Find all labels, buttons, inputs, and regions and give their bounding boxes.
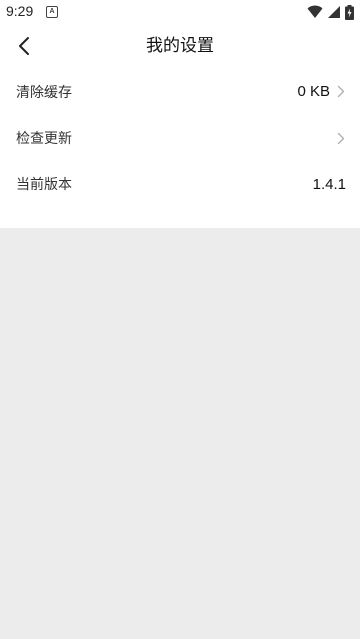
- wifi-icon: [307, 5, 323, 18]
- version-value: 1.4.1: [312, 175, 346, 193]
- page-title: 我的设置: [146, 36, 214, 56]
- a-letter-icon: A: [46, 6, 58, 18]
- settings-list: 清除缓存 0 KB 检查更新 当前版本 1.4.1: [0, 68, 360, 228]
- check-update-row[interactable]: 检查更新: [0, 115, 360, 161]
- chevron-right-icon: [336, 131, 346, 145]
- check-update-label: 检查更新: [16, 131, 72, 147]
- header: 我的设置: [0, 24, 360, 68]
- clear-cache-row[interactable]: 清除缓存 0 KB: [0, 68, 360, 115]
- battery-charging-icon: [345, 4, 354, 20]
- cellular-signal-icon: [328, 6, 340, 18]
- current-version-row: 当前版本 1.4.1: [0, 161, 360, 207]
- cache-size-value: 0 KB: [297, 83, 330, 100]
- status-bar: 9:29 A: [0, 0, 360, 24]
- current-version-label: 当前版本: [16, 177, 72, 193]
- clear-cache-label: 清除缓存: [16, 84, 72, 101]
- status-icons: [307, 4, 354, 20]
- status-time: 9:29: [6, 3, 34, 19]
- chevron-right-icon: [336, 85, 346, 99]
- list-bottom-padding: [0, 207, 360, 228]
